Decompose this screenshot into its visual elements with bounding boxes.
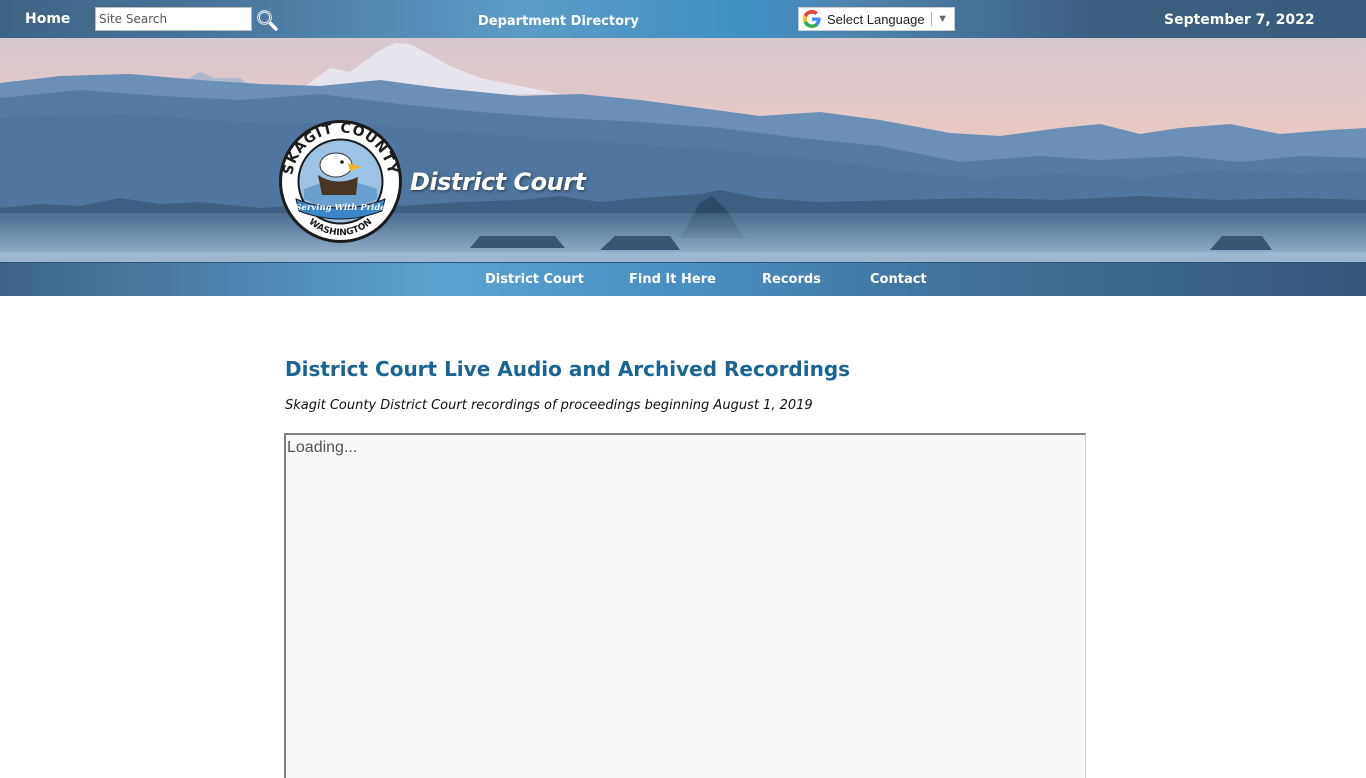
google-g-icon (803, 10, 821, 28)
page-title: District Court Live Audio and Archived R… (285, 357, 851, 381)
department-directory-link[interactable]: Department Directory (478, 14, 639, 29)
banner-title[interactable]: District Court (410, 168, 586, 196)
skagit-county-seal-logo: Serving With Pride SKAGIT COUNTY WASHING… (279, 120, 402, 243)
nav-item-district-court[interactable]: District Court (485, 272, 584, 287)
loading-text: Loading... (287, 439, 358, 456)
current-date: September 7, 2022 (1164, 12, 1315, 28)
language-select-label: Select Language (827, 11, 925, 27)
mountain-landscape-image (0, 38, 1366, 262)
nav-item-find-it-here[interactable]: Find It Here (629, 272, 716, 287)
nav-item-records[interactable]: Records (762, 272, 821, 287)
top-bar: Home Department Directory Select Languag… (0, 0, 1366, 38)
nav-item-contact[interactable]: Contact (870, 272, 927, 287)
seal-ribbon-text: Serving With Pride (295, 203, 386, 213)
chevron-down-icon: ▼ (937, 13, 948, 25)
header-banner: Serving With Pride SKAGIT COUNTY WASHING… (0, 38, 1366, 262)
magnifier-icon[interactable] (256, 9, 278, 31)
language-select[interactable]: Select Language ▼ (798, 7, 955, 31)
recordings-embed-frame[interactable]: Loading... (284, 433, 1086, 778)
page-subtitle: Skagit County District Court recordings … (285, 398, 813, 413)
language-divider (931, 12, 933, 26)
site-search-input[interactable] (95, 7, 252, 31)
home-link[interactable]: Home (25, 11, 70, 27)
main-nav: District Court Find It Here Records Cont… (0, 262, 1366, 296)
